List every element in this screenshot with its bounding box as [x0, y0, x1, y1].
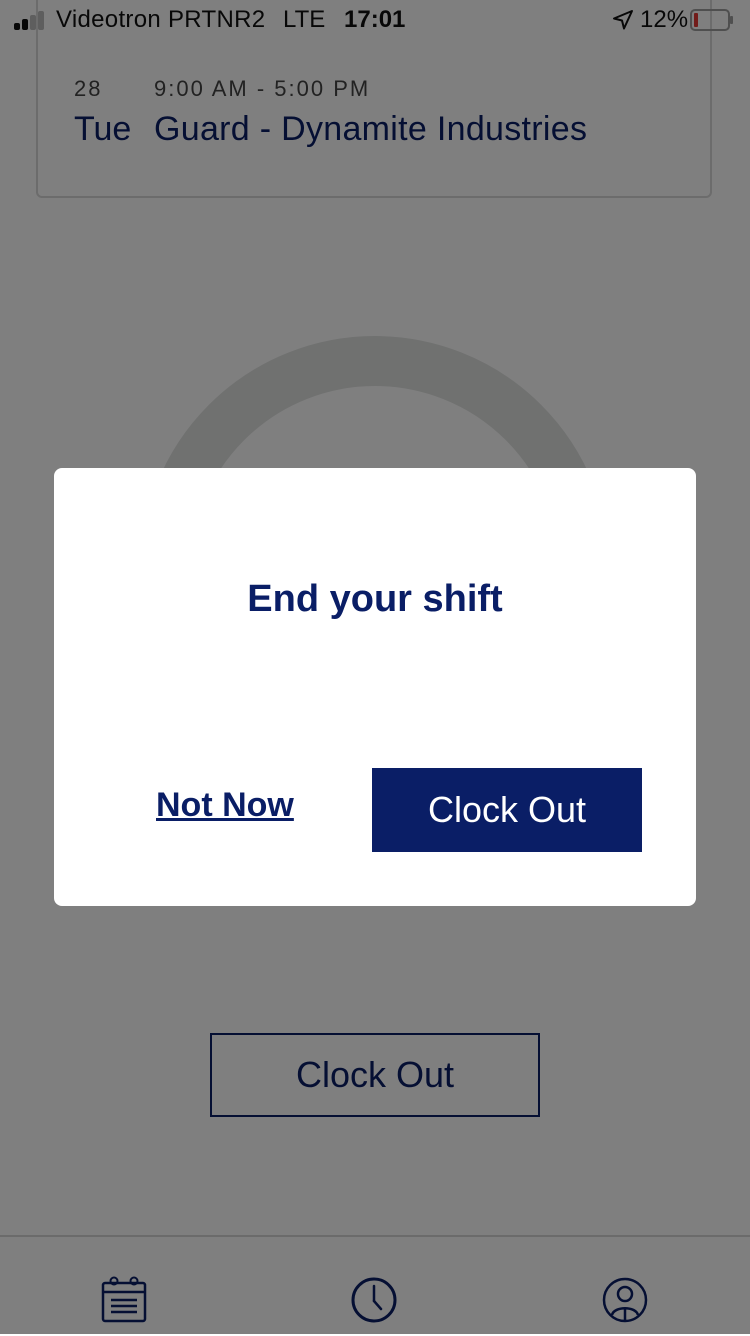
- dialog-title: End your shift: [247, 578, 503, 620]
- confirm-clock-out-button[interactable]: Clock Out: [372, 768, 642, 852]
- not-now-button[interactable]: Not Now: [156, 786, 294, 825]
- end-shift-dialog: End your shift Not Now Clock Out: [54, 468, 696, 906]
